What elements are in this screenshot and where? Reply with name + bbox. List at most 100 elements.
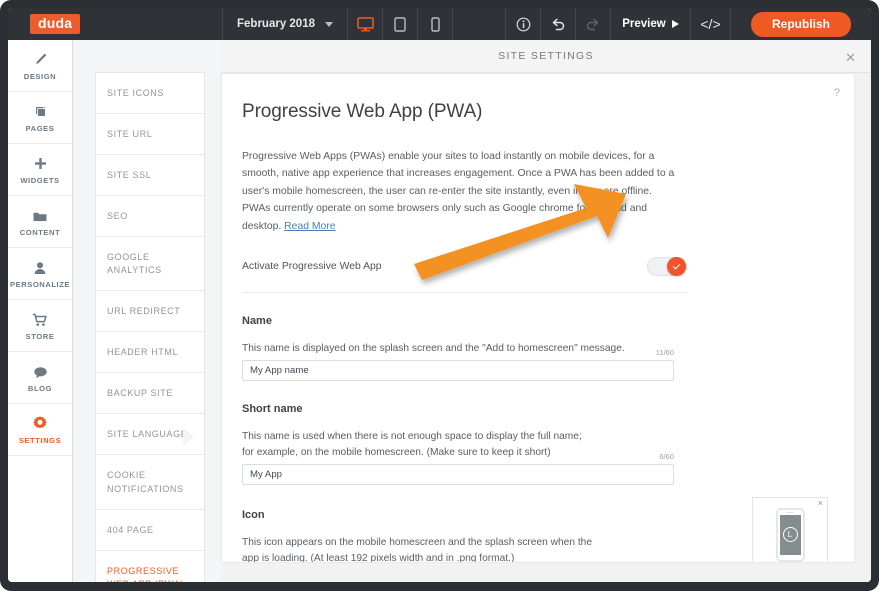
subnav-item-404-page[interactable]: 404 PAGE: [96, 510, 204, 551]
subnav-item-url-redirect[interactable]: URL REDIRECT: [96, 291, 204, 332]
code-view-button[interactable]: </>: [691, 8, 731, 40]
icon-section: Icon This icon appears on the mobile hom…: [242, 509, 820, 563]
sidebar-item-blog[interactable]: BLOG: [8, 352, 72, 404]
app-short-name-input[interactable]: [242, 464, 674, 485]
play-icon: [672, 20, 679, 28]
phone-screen: L: [780, 515, 801, 555]
mobile-icon: [431, 17, 440, 32]
person-icon: [33, 259, 47, 275]
republish-button[interactable]: Republish: [751, 12, 851, 37]
browser-window-frame: duda February 2018: [0, 0, 879, 591]
tablet-icon: [394, 17, 406, 32]
tablet-view-button[interactable]: [383, 8, 418, 40]
icon-preview-thumbnail[interactable]: × L: [752, 497, 828, 563]
app-name-input[interactable]: [242, 360, 674, 381]
info-button[interactable]: [506, 8, 541, 40]
duda-logo[interactable]: duda: [30, 14, 80, 34]
subnav-active-pointer: [183, 429, 192, 445]
subnav-item-seo[interactable]: SEO: [96, 196, 204, 237]
close-icon[interactable]: ✕: [845, 51, 856, 64]
phone-mockup-icon: L: [776, 508, 805, 562]
phone-speaker: [786, 512, 794, 514]
short-name-field-wrap: 6/60: [242, 464, 674, 485]
page-title: SITE SETTINGS: [498, 50, 594, 62]
panel-header: SITE SETTINGS ✕: [221, 40, 871, 73]
pwa-settings-card: ? Progressive Web App (PWA) Progressive …: [221, 73, 855, 563]
left-nav-rail: DESIGN PAGES WIDGETS: [8, 40, 73, 582]
pwa-description: Progressive Web Apps (PWAs) enable your …: [242, 148, 682, 235]
short-name-section: Short name This name is used when there …: [242, 403, 820, 485]
short-name-desc-line1: This name is used when there is not enou…: [242, 431, 582, 442]
info-icon: [516, 17, 531, 32]
short-name-section-title: Short name: [242, 403, 820, 415]
name-field-wrap: 11/60: [242, 360, 674, 381]
pwa-content: Progressive Web App (PWA) Progressive We…: [222, 74, 854, 563]
name-section-description: This name is displayed on the splash scr…: [242, 341, 820, 357]
preview-label: Preview: [622, 18, 665, 30]
sidebar-label-store: STORE: [26, 332, 55, 341]
sidebar-item-settings[interactable]: SETTINGS: [8, 404, 72, 456]
chevron-down-icon: [325, 22, 333, 27]
help-icon[interactable]: ?: [834, 87, 840, 99]
plus-icon: [33, 155, 48, 171]
pwa-description-part1: Progressive Web Apps (PWAs) enable your …: [242, 151, 674, 197]
redo-icon: [585, 17, 601, 31]
logo-zone: duda: [8, 8, 223, 40]
activate-pwa-label: Activate Progressive Web App: [242, 261, 382, 272]
subnav-item-site-ssl[interactable]: SITE SSL: [96, 155, 204, 196]
name-section-title: Name: [242, 315, 820, 327]
icon-section-title: Icon: [242, 509, 592, 521]
chat-bubble-icon: [33, 363, 48, 379]
name-char-counter: 11/60: [656, 348, 674, 357]
icon-section-text: Icon This icon appears on the mobile hom…: [242, 509, 592, 563]
subnav-item-cookie-notifications[interactable]: COOKIE NOTIFICATIONS: [96, 455, 204, 509]
sidebar-item-widgets[interactable]: WIDGETS: [8, 144, 72, 196]
site-settings-panel: SITE SETTINGS ✕ ? Progressive Web App (P…: [221, 40, 871, 582]
redo-button[interactable]: [576, 8, 611, 40]
sidebar-item-design[interactable]: DESIGN: [8, 40, 72, 92]
app-logo-letter: L: [783, 527, 798, 542]
app-window: duda February 2018: [8, 8, 871, 582]
republish-zone: Republish: [731, 8, 871, 40]
subnav-item-header-html[interactable]: HEADER HTML: [96, 332, 204, 373]
date-selector[interactable]: February 2018: [223, 8, 348, 40]
remove-icon[interactable]: ×: [818, 499, 823, 508]
short-name-desc-line2: for example, on the mobile homescreen. (…: [242, 447, 551, 458]
sidebar-label-blog: BLOG: [28, 384, 52, 393]
sidebar-item-content[interactable]: CONTENT: [8, 196, 72, 248]
activate-pwa-toggle[interactable]: [647, 257, 687, 276]
short-name-section-description: This name is used when there is not enou…: [242, 429, 820, 461]
pages-icon: [33, 103, 48, 119]
sidebar-label-settings: SETTINGS: [19, 436, 61, 445]
desktop-view-button[interactable]: [348, 8, 383, 40]
cart-icon: [32, 311, 48, 327]
subnav-item-progressive-web-app[interactable]: PROGRESSIVE WEB APP (PWA): [96, 551, 204, 582]
gear-icon: [32, 415, 48, 431]
short-name-char-counter: 6/60: [659, 452, 674, 461]
read-more-link[interactable]: Read More: [284, 221, 335, 232]
subnav-item-google-analytics[interactable]: GOOGLE ANALYTICS: [96, 237, 204, 291]
subnav-item-site-url[interactable]: SITE URL: [96, 114, 204, 155]
settings-subnav-list: SITE ICONS SITE URL SITE SSL SEO GOOGLE …: [95, 72, 205, 582]
sidebar-label-design: DESIGN: [24, 72, 56, 81]
settings-subnav: SITE ICONS SITE URL SITE SSL SEO GOOGLE …: [73, 40, 221, 582]
brush-icon: [33, 51, 48, 67]
toggle-knob: [667, 257, 686, 276]
subnav-item-backup-site[interactable]: BACKUP SITE: [96, 373, 204, 414]
mobile-view-button[interactable]: [418, 8, 453, 40]
sidebar-item-store[interactable]: STORE: [8, 300, 72, 352]
sidebar-label-personalize: PERSONALIZE: [10, 280, 70, 289]
panel-body: ? Progressive Web App (PWA) Progressive …: [221, 73, 871, 582]
undo-button[interactable]: [541, 8, 576, 40]
subnav-item-site-icons[interactable]: SITE ICONS: [96, 73, 204, 114]
folder-icon: [32, 207, 48, 223]
preview-button[interactable]: Preview: [611, 8, 691, 40]
sidebar-item-pages[interactable]: PAGES: [8, 92, 72, 144]
sidebar-label-content: WIDGETS: [20, 176, 59, 185]
date-selector-label: February 2018: [237, 18, 315, 30]
name-section: Name This name is displayed on the splas…: [242, 315, 820, 381]
sidebar-item-personalize[interactable]: PERSONALIZE: [8, 248, 72, 300]
check-icon: [673, 262, 681, 270]
activate-pwa-row: Activate Progressive Web App: [242, 257, 687, 293]
icon-section-description: This icon appears on the mobile homescre…: [242, 535, 592, 563]
